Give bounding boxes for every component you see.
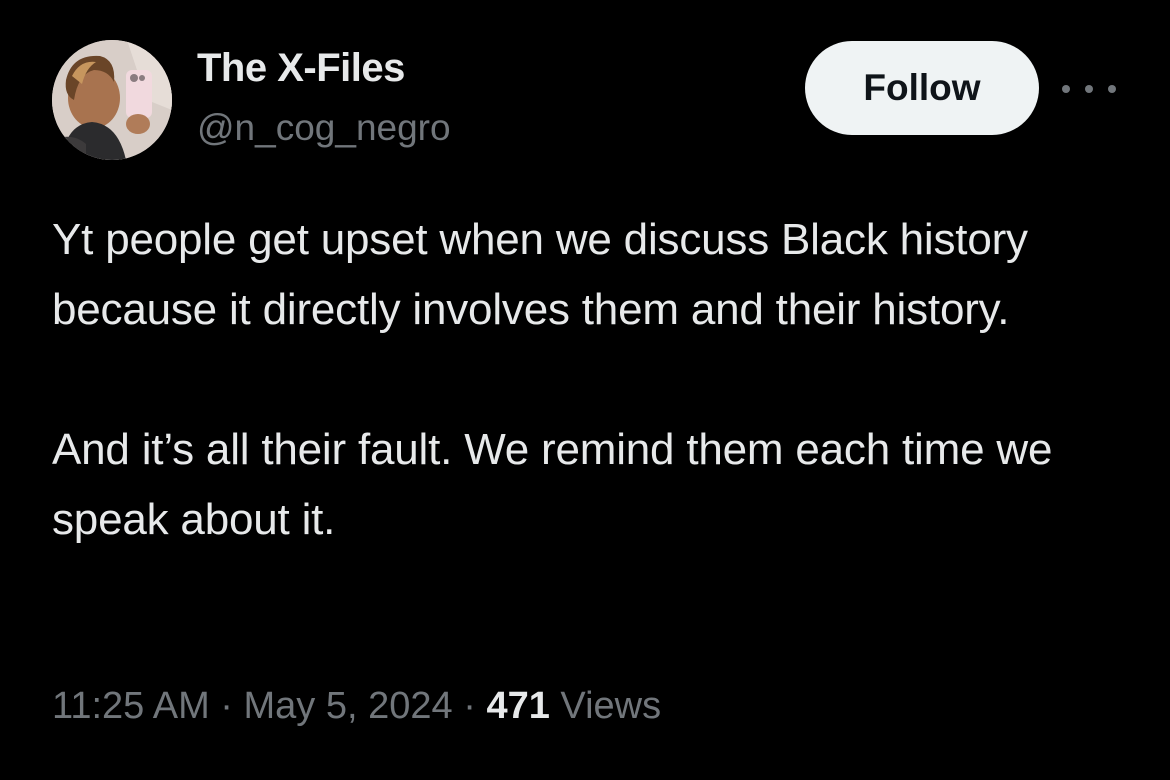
tweet-text: Yt people get upset when we discuss Blac… (52, 205, 1132, 555)
tweet-paragraph: And it’s all their fault. We remind them… (52, 425, 1053, 544)
tweet-date[interactable]: May 5, 2024 (244, 685, 453, 727)
tweet-paragraph: Yt people get upset when we discuss Blac… (52, 215, 1028, 334)
tweet-time[interactable]: 11:25 AM (52, 685, 210, 727)
avatar-photo (52, 40, 172, 160)
more-options-icon[interactable] (1062, 74, 1116, 104)
meta-separator: · (220, 685, 233, 727)
meta-separator: · (463, 685, 476, 727)
more-dot (1062, 85, 1070, 93)
author-name[interactable]: The X-Files (197, 46, 405, 91)
more-dot (1085, 85, 1093, 93)
views-label: Views (560, 685, 662, 727)
more-dot (1108, 85, 1116, 93)
tweet-meta: 11:25 AM · May 5, 2024 · 471 Views (52, 685, 661, 728)
author-handle[interactable]: @n_cog_negro (197, 107, 451, 149)
tweet: The X-Files @n_cog_negro Follow Yt peopl… (0, 0, 1170, 780)
views-count: 471 (486, 685, 550, 727)
author-avatar[interactable] (52, 40, 172, 160)
follow-button[interactable]: Follow (805, 41, 1039, 135)
